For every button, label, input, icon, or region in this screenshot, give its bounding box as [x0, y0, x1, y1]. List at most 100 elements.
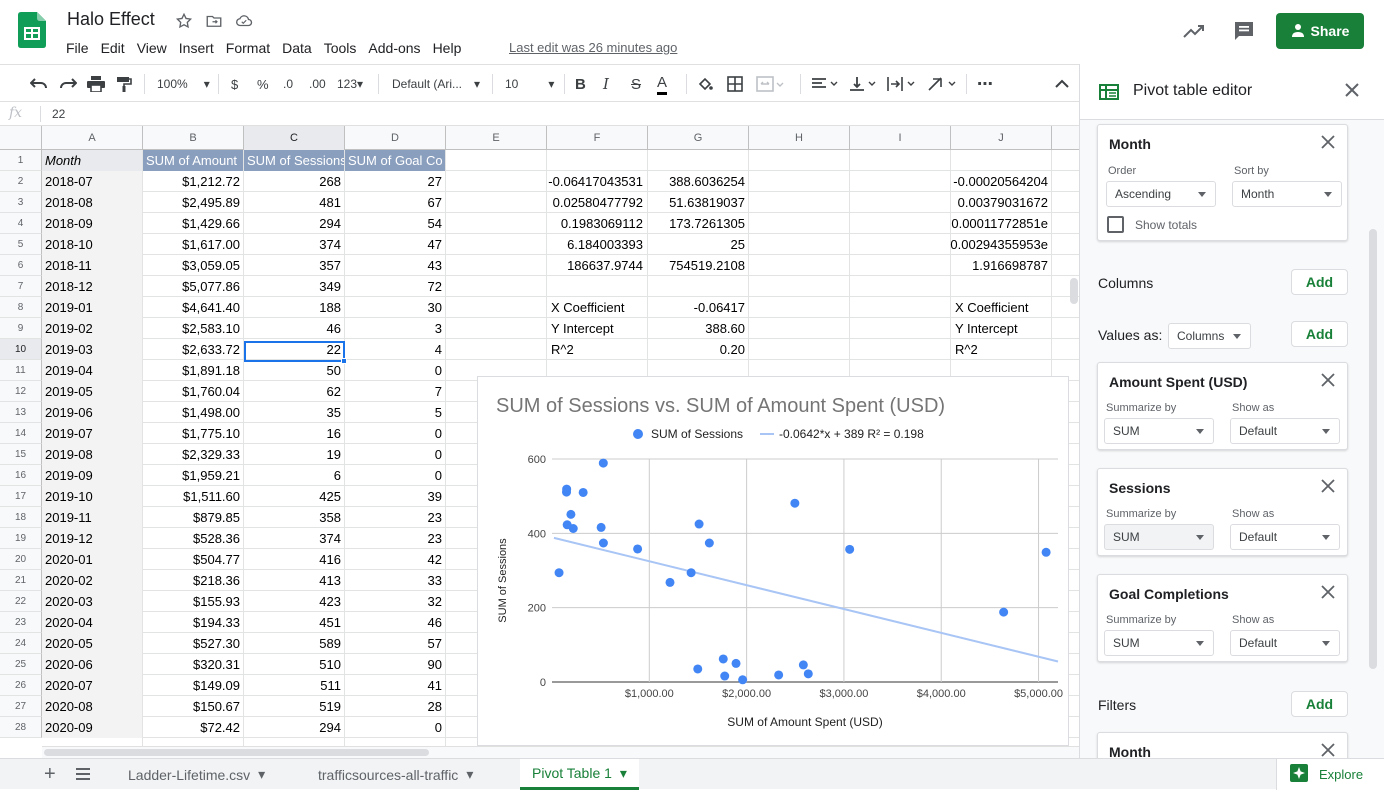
active-cell-selection[interactable]	[244, 341, 345, 362]
show-as-select[interactable]: Default	[1230, 630, 1340, 656]
value-cell[interactable]: $2,633.72	[143, 339, 243, 360]
row-header[interactable]: 9	[0, 318, 42, 339]
value-cell[interactable]: 46	[345, 612, 445, 633]
zoom-select[interactable]: 100% ▾	[157, 73, 210, 95]
value-cell[interactable]: 481	[244, 192, 344, 213]
regression-cell[interactable]: 0.1983069112	[445, 213, 646, 234]
month-cell[interactable]: 2019-04	[42, 360, 142, 381]
value-cell[interactable]: 19	[244, 444, 344, 465]
month-cell[interactable]: 2019-09	[42, 465, 142, 486]
value-cell[interactable]: 47	[345, 234, 445, 255]
value-cell[interactable]: $1,617.00	[143, 234, 243, 255]
month-cell[interactable]: 2018-12	[42, 276, 142, 297]
column-header-g[interactable]: G	[648, 126, 749, 150]
regression-cell[interactable]	[648, 276, 748, 297]
value-cell[interactable]: 510	[244, 654, 344, 675]
value-cell[interactable]: 43	[345, 255, 445, 276]
add-filter-button[interactable]: Add	[1291, 691, 1348, 717]
regression-cell[interactable]	[901, 276, 1051, 297]
value-cell[interactable]: 188	[244, 297, 344, 318]
month-cell[interactable]: 2019-07	[42, 423, 142, 444]
strikethrough-button[interactable]: S	[631, 73, 641, 95]
value-cell[interactable]: 451	[244, 612, 344, 633]
share-button[interactable]: Share	[1276, 13, 1364, 49]
value-cell[interactable]: 90	[345, 654, 445, 675]
value-cell[interactable]: $72.42	[143, 717, 243, 738]
show-as-select[interactable]: Default	[1230, 524, 1340, 550]
print-icon[interactable]	[87, 73, 105, 95]
row-header[interactable]: 5	[0, 234, 42, 255]
add-value-button[interactable]: Add	[1291, 321, 1348, 347]
value-cell[interactable]: 5	[345, 402, 445, 423]
month-cell[interactable]: 2018-07	[42, 171, 142, 192]
document-title[interactable]: Halo Effect	[67, 9, 155, 30]
menu-format[interactable]: Format	[226, 38, 276, 58]
regression-cell[interactable]: 0.20	[648, 339, 748, 360]
menu-view[interactable]: View	[137, 38, 173, 58]
fill-color-icon[interactable]	[697, 73, 713, 95]
regression-cell[interactable]: 25	[648, 234, 748, 255]
regression-cell[interactable]: X Coefficient	[548, 297, 648, 318]
regression-cell[interactable]: -0.00020564204	[901, 171, 1051, 192]
row-header[interactable]: 22	[0, 591, 42, 612]
value-cell[interactable]: $4,641.40	[143, 297, 243, 318]
column-header-h[interactable]: H	[749, 126, 850, 150]
regression-cell[interactable]: 0.00379031672	[901, 192, 1051, 213]
regression-cell[interactable]: X Coefficient	[952, 297, 1052, 318]
row-header[interactable]: 23	[0, 612, 42, 633]
row-header[interactable]: 27	[0, 696, 42, 717]
value-cell[interactable]: $1,511.60	[143, 486, 243, 507]
row-header[interactable]: 19	[0, 528, 42, 549]
value-cell[interactable]: 589	[244, 633, 344, 654]
row-header[interactable]: 11	[0, 360, 42, 381]
value-cell[interactable]: 294	[244, 717, 344, 738]
row-header[interactable]: 17	[0, 486, 42, 507]
value-cell[interactable]: $528.36	[143, 528, 243, 549]
regression-cell[interactable]: 388.6036254	[648, 171, 748, 192]
value-cell[interactable]: 7	[345, 381, 445, 402]
value-cell[interactable]: 62	[244, 381, 344, 402]
month-cell[interactable]: 2019-05	[42, 381, 142, 402]
scatter-chart[interactable]: SUM of Sessions vs. SUM of Amount Spent …	[477, 376, 1069, 746]
value-cell[interactable]: 519	[244, 696, 344, 717]
add-sheet-icon[interactable]: +	[44, 763, 56, 786]
text-wrapping-icon[interactable]	[886, 73, 918, 95]
collapse-toolbar-icon[interactable]	[1055, 73, 1069, 95]
row-header[interactable]: 2	[0, 171, 42, 192]
value-cell[interactable]: 50	[244, 360, 344, 381]
row-header[interactable]: 3	[0, 192, 42, 213]
value-cell[interactable]: 511	[244, 675, 344, 696]
show-totals-checkbox[interactable]	[1107, 216, 1124, 233]
value-cell[interactable]: $1,212.72	[143, 171, 243, 192]
select-all-corner[interactable]	[0, 126, 42, 150]
month-cell[interactable]: 2020-06	[42, 654, 142, 675]
regression-cell[interactable]: 51.63819037	[648, 192, 748, 213]
regression-cell[interactable]: -0.06417	[648, 297, 748, 318]
value-cell[interactable]: $879.85	[143, 507, 243, 528]
borders-icon[interactable]	[727, 73, 743, 95]
value-cell[interactable]: $5,077.86	[143, 276, 243, 297]
value-cell[interactable]: 42	[345, 549, 445, 570]
month-cell[interactable]: 2020-07	[42, 675, 142, 696]
value-cell[interactable]: 39	[345, 486, 445, 507]
month-cell[interactable]: 2020-02	[42, 570, 142, 591]
column-header-a[interactable]: A	[42, 126, 143, 150]
value-cell[interactable]: $527.30	[143, 633, 243, 654]
pivot-header-cell[interactable]: Month	[42, 150, 142, 171]
formula-input[interactable]: 22	[52, 107, 65, 121]
value-cell[interactable]: 423	[244, 591, 344, 612]
month-cell[interactable]: 2020-09	[42, 717, 142, 738]
row-header[interactable]: 12	[0, 381, 42, 402]
row-header[interactable]: 24	[0, 633, 42, 654]
column-header-i[interactable]: I	[850, 126, 951, 150]
summarize-by-select[interactable]: SUM	[1104, 418, 1214, 444]
value-cell[interactable]: 0	[345, 444, 445, 465]
value-cell[interactable]: $155.93	[143, 591, 243, 612]
more-formats-select[interactable]: 123 ▾	[337, 73, 363, 95]
column-header-c[interactable]: C	[244, 126, 345, 150]
value-cell[interactable]: 23	[345, 528, 445, 549]
pivot-header-cell[interactable]: SUM of Goal Co	[345, 150, 445, 171]
value-cell[interactable]: 33	[345, 570, 445, 591]
menu-data[interactable]: Data	[282, 38, 318, 58]
column-header-j[interactable]: J	[951, 126, 1052, 150]
